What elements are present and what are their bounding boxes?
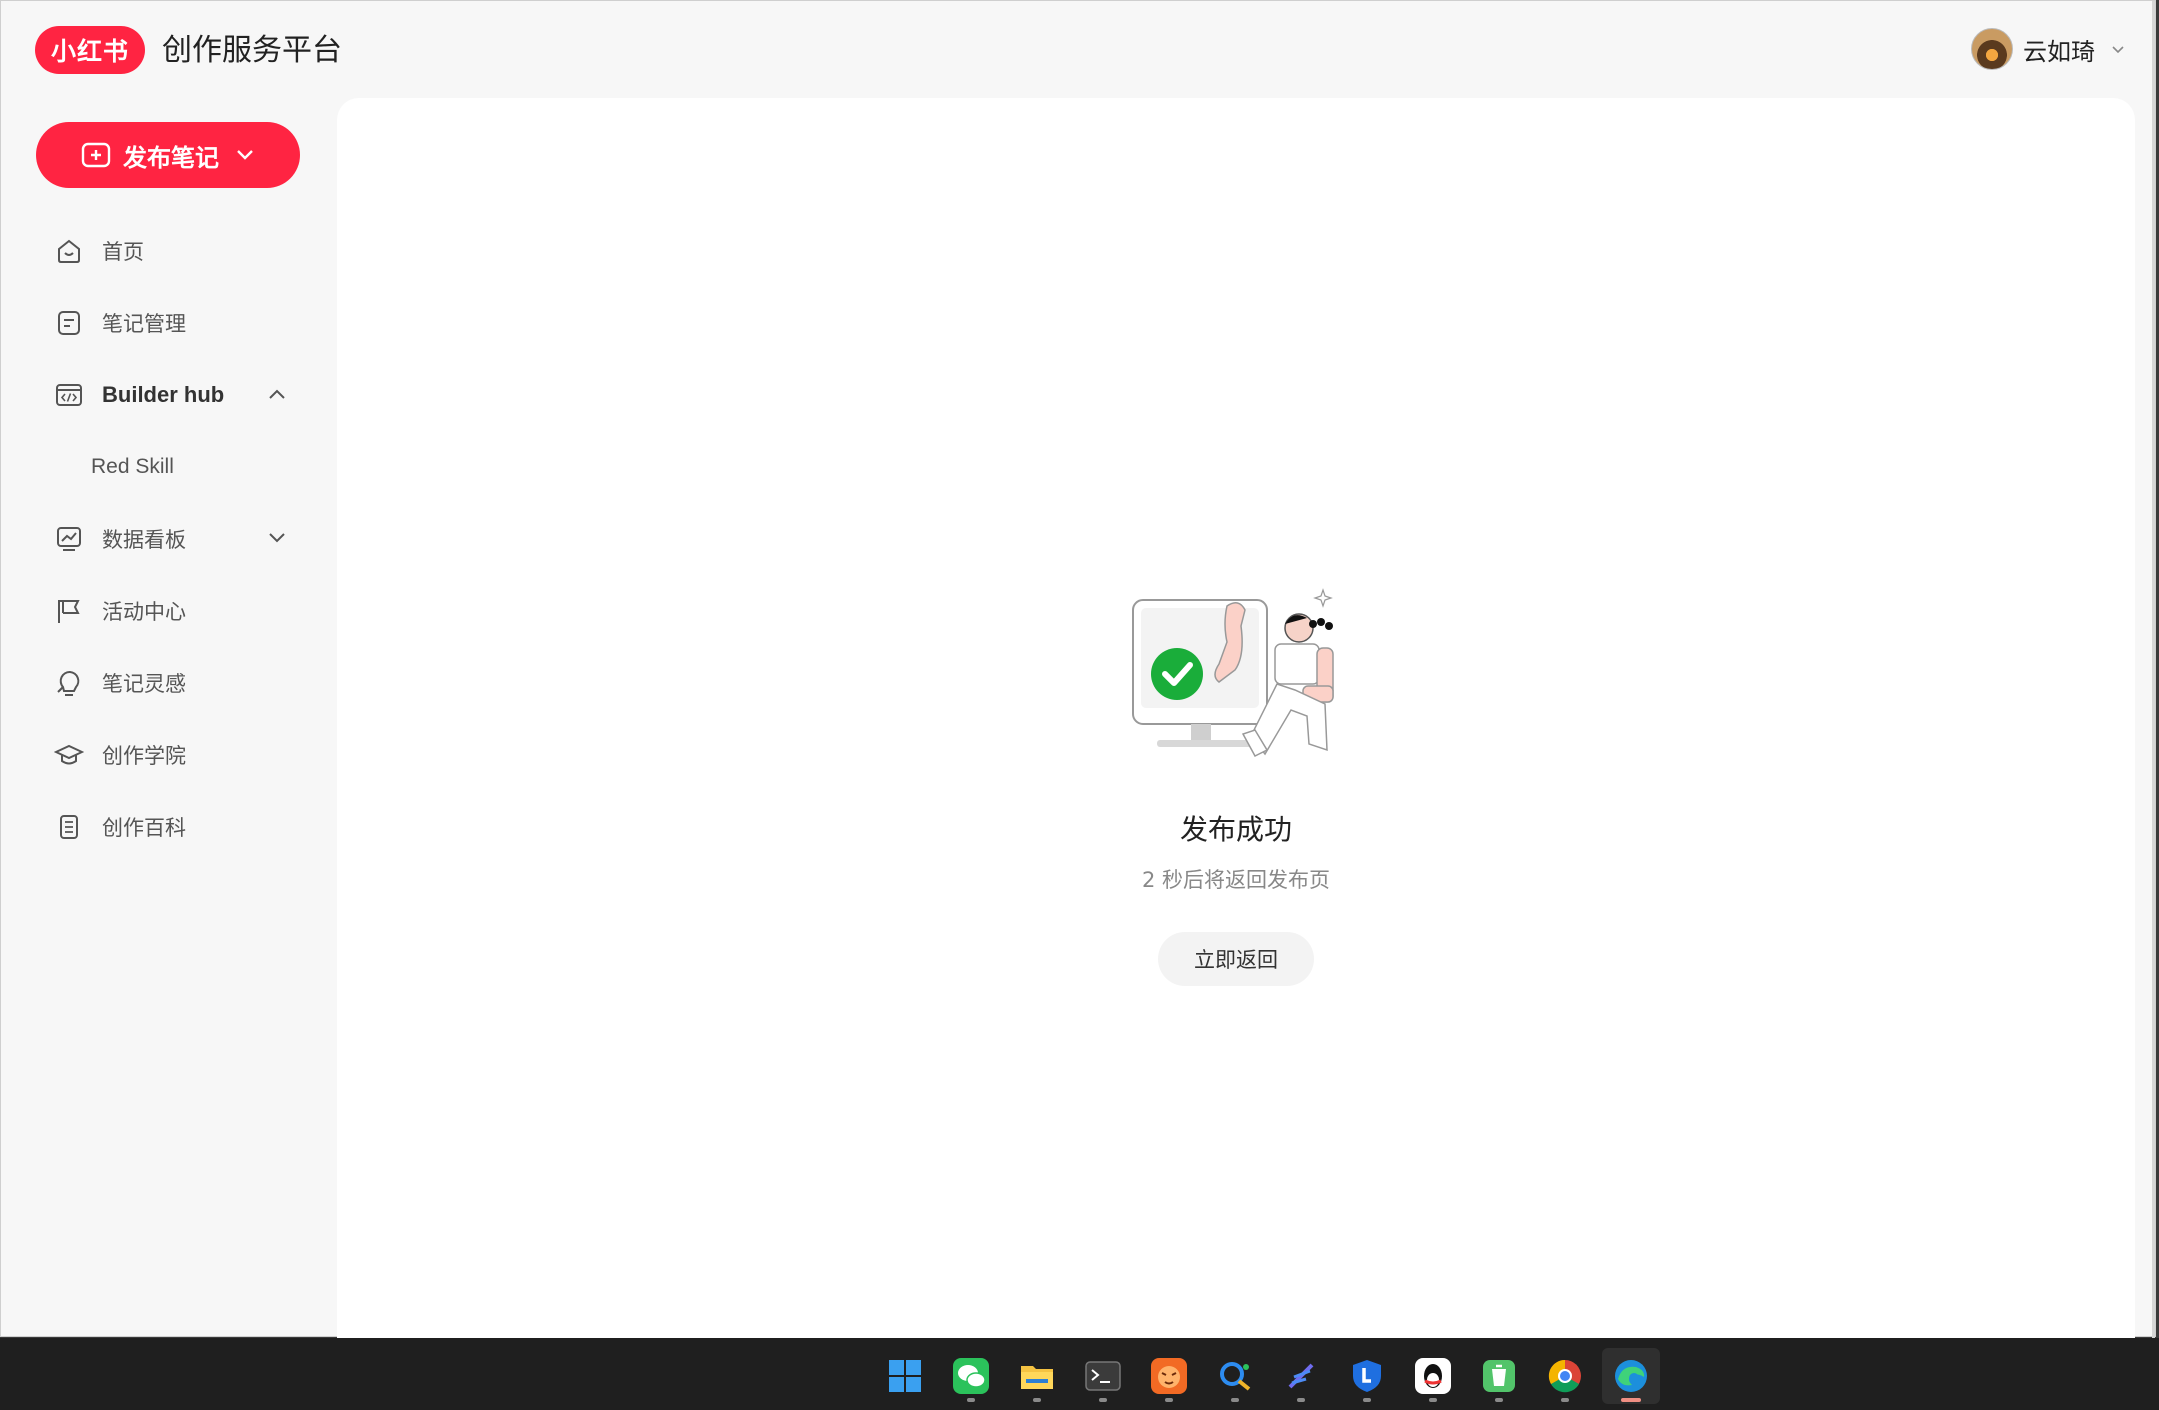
running-indicator	[1495, 1398, 1503, 1402]
taskbar-start[interactable]	[876, 1348, 934, 1404]
shield-app-icon	[1353, 1360, 1381, 1392]
chevron-down-icon	[237, 150, 253, 160]
sidebar-item-builder-hub[interactable]: Builder hub	[1, 359, 335, 431]
running-indicator	[1099, 1398, 1107, 1402]
scrollbar[interactable]	[2152, 1, 2155, 1338]
running-indicator	[1165, 1398, 1173, 1402]
taskbar-wechat[interactable]	[942, 1348, 1000, 1404]
sidebar-item-label: 创作百科	[102, 816, 186, 840]
user-menu[interactable]: 云如琦	[1971, 27, 2125, 71]
taskbar-shield-app[interactable]	[1338, 1348, 1396, 1404]
taskbar-apps	[876, 1348, 1668, 1404]
bulb-icon	[57, 670, 80, 696]
chevron-up-icon[interactable]	[267, 387, 287, 401]
code-window-icon	[56, 384, 82, 406]
logo[interactable]: 小红书	[35, 26, 145, 74]
running-indicator	[967, 1398, 975, 1402]
success-subtitle: 2 秒后将返回发布页	[1141, 868, 1331, 892]
sidebar-item-label: 数据看板	[102, 528, 186, 552]
sidebar-item-data-dashboard[interactable]: 数据看板	[1, 503, 335, 575]
header: 小红书 创作服务平台 云如琦	[1, 1, 2155, 97]
return-now-button[interactable]: 立即返回	[1158, 932, 1314, 986]
note-icon	[58, 311, 80, 335]
running-indicator	[1429, 1398, 1437, 1402]
sidebar: 发布笔记 首页 笔记管理 Builder hub Red Skill 数据看板 …	[1, 97, 335, 1337]
user-name[interactable]: 云如琦	[2023, 32, 2095, 67]
running-indicator	[1297, 1398, 1305, 1402]
sidebar-item-label: 笔记管理	[102, 312, 186, 336]
edge-icon	[1615, 1360, 1647, 1392]
taskbar-search-app[interactable]	[1206, 1348, 1264, 1404]
sidebar-item-note-inspiration[interactable]: 笔记灵感	[1, 647, 335, 719]
sidebar-item-label: 笔记灵感	[102, 672, 186, 696]
graduation-cap-icon	[54, 744, 84, 765]
search-app-icon	[1220, 1362, 1251, 1391]
taskbar	[0, 1338, 2159, 1410]
sidebar-item-label: 首页	[102, 240, 144, 264]
taskbar-tiger-app[interactable]	[1140, 1348, 1198, 1404]
taskbar-recycle[interactable]	[1470, 1348, 1528, 1404]
chrome-icon	[1548, 1359, 1581, 1393]
running-indicator	[1561, 1398, 1569, 1402]
terminal-icon	[1085, 1361, 1121, 1391]
publish-success-illustration	[1132, 588, 1334, 757]
sidebar-item-label: 活动中心	[102, 600, 186, 624]
file-explorer-icon	[1021, 1366, 1053, 1389]
sidebar-item-note-management[interactable]: 笔记管理	[1, 287, 335, 359]
qq-icon	[1415, 1358, 1451, 1394]
taskbar-edge[interactable]	[1602, 1348, 1660, 1404]
sidebar-item-creator-academy[interactable]: 创作学院	[1, 719, 335, 791]
chevron-down-icon[interactable]	[2111, 42, 2125, 56]
chevron-down-icon[interactable]	[267, 531, 287, 545]
main-content: 发布成功 2 秒后将返回发布页 立即返回	[337, 98, 2135, 1338]
sidebar-subitem-red-skill[interactable]: Red Skill	[1, 431, 335, 503]
running-indicator	[1033, 1398, 1041, 1402]
book-icon	[60, 815, 78, 839]
sidebar-nav: 首页 笔记管理 Builder hub Red Skill 数据看板 活动中心 …	[1, 215, 335, 863]
chart-icon	[57, 527, 81, 551]
sidebar-item-home[interactable]: 首页	[1, 215, 335, 287]
sidebar-item-label: Builder hub	[102, 382, 225, 407]
avatar[interactable]	[1971, 28, 2013, 70]
tiger-app-icon	[1151, 1358, 1187, 1394]
flag-icon	[58, 600, 80, 623]
publish-note-button[interactable]: 发布笔记	[36, 122, 300, 188]
sidebar-item-label: Red Skill	[91, 455, 174, 478]
running-indicator	[1231, 1398, 1239, 1402]
windows-start-icon	[889, 1360, 921, 1392]
success-title: 发布成功	[1179, 813, 1292, 846]
add-box-icon	[81, 142, 111, 168]
browser-page: 小红书 创作服务平台 云如琦 发布笔记 首页 笔记管理 Builder hub …	[0, 0, 2156, 1338]
taskbar-qq[interactable]	[1404, 1348, 1462, 1404]
recycle-icon	[1483, 1360, 1515, 1392]
taskbar-chrome[interactable]	[1536, 1348, 1594, 1404]
taskbar-file-explorer[interactable]	[1008, 1348, 1066, 1404]
platform-title: 创作服务平台	[162, 33, 342, 68]
taskbar-terminal[interactable]	[1074, 1348, 1132, 1404]
wechat-icon	[953, 1358, 989, 1394]
active-indicator	[1621, 1398, 1641, 1402]
sidebar-item-activity-center[interactable]: 活动中心	[1, 575, 335, 647]
feather-app-icon	[1288, 1363, 1314, 1389]
sidebar-item-label: 创作学院	[102, 744, 186, 768]
sidebar-item-creator-wiki[interactable]: 创作百科	[1, 791, 335, 863]
running-indicator	[1363, 1398, 1371, 1402]
taskbar-feather-app[interactable]	[1272, 1348, 1330, 1404]
publish-note-label: 发布笔记	[123, 143, 219, 172]
home-icon	[58, 239, 80, 263]
